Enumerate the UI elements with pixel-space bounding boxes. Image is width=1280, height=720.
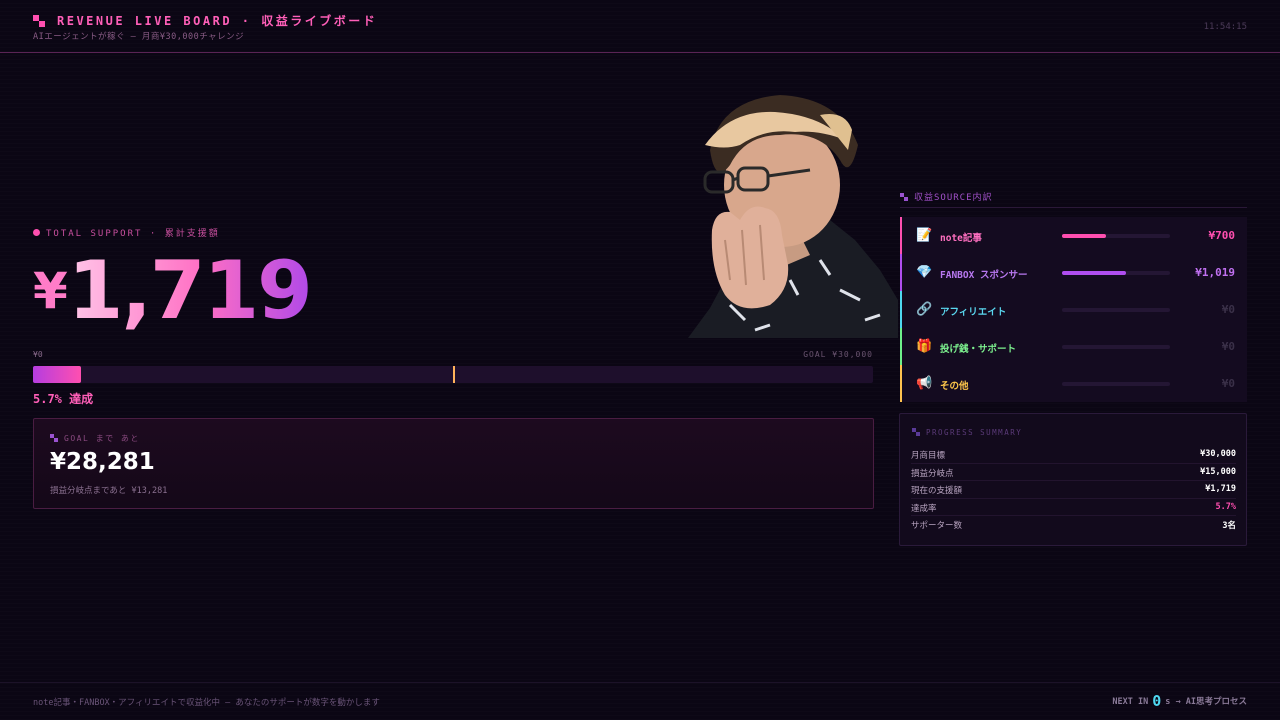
summary-value: ¥1,719 [1205,484,1236,494]
summary-row: 達成率 5.7% [911,499,1236,516]
progress-percent: 5.7% 達成 [33,392,94,406]
summary-key: 損益分岐点 [911,468,954,479]
pixel-square-icon [900,193,908,201]
summary-value: 5.7% [1215,501,1236,512]
gift-icon: 🎁 [916,339,933,354]
source-bar-track [1062,308,1170,312]
source-bar-fill [1062,271,1126,275]
page-title: REVENUE LIVE BOARD · 収益ライブボード [57,14,378,28]
source-value: ¥0 [1221,377,1235,390]
source-bar-track [1062,271,1170,275]
clock: 11:54:15 [1203,22,1247,32]
total-amount-value: 1,719 [67,244,313,337]
source-row: 💎 FANBOX スポンサー ¥1,019 [900,254,1247,291]
next-countdown: NEXT IN 0 s → AI思考プロセス [1112,692,1247,710]
summary-row: 現在の支援額 ¥1,719 [911,481,1236,499]
pixel-square-icon [912,428,920,436]
source-label: note記事 [940,233,982,244]
source-label: FANBOX スポンサー [940,270,1028,281]
total-amount: ¥1,719 [33,244,313,337]
summary-key: 月商目標 [911,451,946,461]
goal-progress-bar [33,366,873,383]
summary-row: サポーター数 3名 [911,516,1236,534]
streamer-avatar [688,95,898,338]
source-label: 投げ銭・サポート [940,344,1017,355]
source-bar-track [1062,234,1170,238]
progress-min-label: ¥0 [33,350,43,359]
source-label: アフィリエイト [940,307,1007,318]
summary-row: 損益分岐点 ¥15,000 [911,464,1236,481]
total-support-label: TOTAL SUPPORT · 累計支援額 [33,226,220,239]
progress-summary-rows: 月商目標 ¥30,000 損益分岐点 ¥15,000 現在の支援額 ¥1,719 達成率 5.… [911,446,1236,534]
source-breakdown-title: 収益SOURCE内訳 [914,193,993,203]
summary-row: 月商目標 ¥30,000 [911,446,1236,464]
break-even-remaining: 損益分岐点まであと ¥13,281 [50,486,168,496]
summary-value: ¥15,000 [1200,466,1236,477]
source-value: ¥0 [1221,303,1235,316]
goal-remaining-label: GOAL まで あと [50,433,140,444]
source-row: 🔗 アフィリエイト ¥0 [900,291,1247,328]
source-value: ¥700 [1208,229,1236,242]
source-breakdown-list: 📝 note記事 ¥700 💎 FANBOX スポンサー ¥1,019 🔗 アフィリエイト ¥0… [900,217,1247,402]
memo-icon: 📝 [916,228,933,243]
total-support-label-text: TOTAL SUPPORT · 累計支援額 [46,229,220,239]
summary-key: サポーター数 [911,521,963,531]
goal-remaining-card: GOAL まで あと ¥28,281 損益分岐点まであと ¥13,281 [33,418,874,509]
next-seconds: 0 [1152,692,1162,710]
goal-remaining-amount: ¥28,281 [50,449,155,475]
summary-value: 3名 [1222,521,1236,531]
webcam-feed [670,90,898,338]
source-bar-fill [1062,234,1107,238]
progress-summary-title-text: PROGRESS SUMMARY [926,428,1023,437]
break-even-marker [453,366,455,383]
goal-progress-fill [33,366,81,383]
progress-summary-title: PROGRESS SUMMARY [912,428,1022,437]
footer-message: note記事・FANBOX・アフィリエイトで収益化中 — あなたのサポートが数字… [33,698,380,708]
source-breakdown-header: 収益SOURCE内訳 [900,190,1247,208]
source-row: 🎁 投げ銭・サポート ¥0 [900,328,1247,365]
footer: note記事・FANBOX・アフィリエイトで収益化中 — あなたのサポートが数字… [0,682,1280,720]
source-value: ¥0 [1221,340,1235,353]
header: REVENUE LIVE BOARD · 収益ライブボード AIエージェントが稼… [0,0,1280,53]
source-row: 📝 note記事 ¥700 [900,217,1247,254]
currency-symbol: ¥ [33,262,68,320]
logo-icon [33,15,45,27]
next-unit: s → [1165,697,1181,707]
summary-key: 達成率 [911,503,937,514]
source-bar-track [1062,382,1170,386]
pixel-square-icon [50,434,58,442]
gem-icon: 💎 [916,265,933,280]
source-value: ¥1,019 [1195,266,1235,279]
next-label: NEXT IN [1112,697,1149,707]
source-bar-track [1062,345,1170,349]
megaphone-icon: 📢 [916,376,933,391]
goal-remaining-label-text: GOAL まで あと [64,434,140,443]
progress-summary-card: PROGRESS SUMMARY 月商目標 ¥30,000 損益分岐点 ¥15,000… [899,413,1247,546]
summary-value: ¥30,000 [1200,449,1236,459]
link-icon: 🔗 [916,302,933,317]
summary-key: 現在の支援額 [911,486,963,496]
page-subtitle: AIエージェントが稼ぐ — 月商¥30,000チャレンジ [33,32,245,42]
progress-goal-label: GOAL ¥30,000 [803,350,873,359]
source-row: 📢 その他 ¥0 [900,365,1247,402]
live-dot-icon [33,229,40,236]
source-label: その他 [940,381,969,392]
next-target: AI思考プロセス [1185,697,1247,707]
